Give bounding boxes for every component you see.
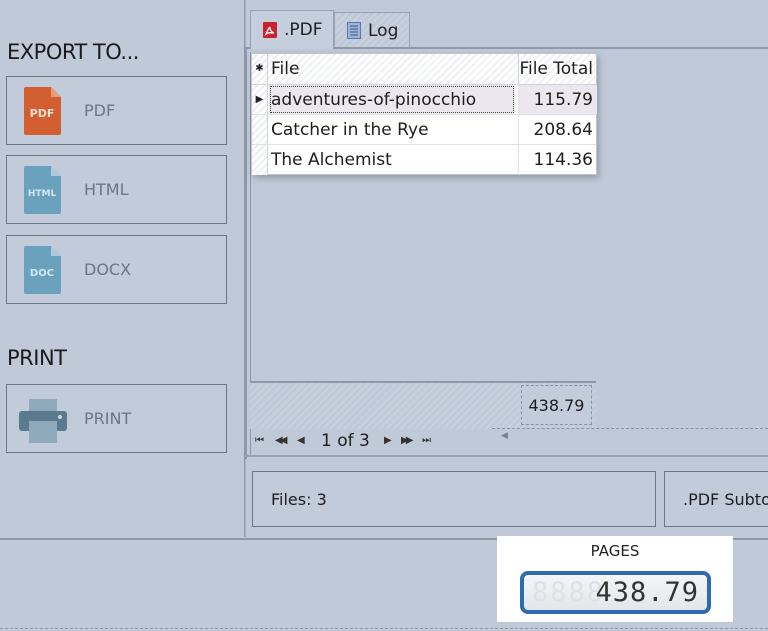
print-label: PRINT [84,409,132,428]
pdf-file-icon: PDF [24,86,61,135]
tab-log-label: Log [368,20,399,41]
log-document-icon [347,22,361,39]
files-count-box: Files: 3 [252,471,656,527]
html-file-icon: HTML [24,165,61,214]
grid-header-row: ✱ File File Total [252,54,596,85]
pdf-subtotal-box: .PDF Subtotal [664,471,768,527]
previous-page-icon[interactable]: ◀ [297,430,305,452]
page-indicator: 1 of 3 [321,431,370,451]
file-total-cell[interactable]: 114.36 [518,145,597,175]
pages-widget: PAGES 8888 438.79 [497,536,733,622]
export-docx-button[interactable]: DOC DOCX [6,235,227,304]
svg-text:HTML: HTML [28,189,57,199]
horizontal-scrollbar-track[interactable] [492,428,768,429]
printer-icon [19,399,67,443]
next-page-group-icon[interactable]: ▶▶ [401,430,414,452]
last-page-icon[interactable]: ⏭ [422,430,431,452]
export-html-button[interactable]: HTML HTML [6,155,227,224]
table-row[interactable]: ▶ adventures-of-pinocchio 115.79 [252,85,597,115]
file-cell[interactable]: The Alchemist [271,145,517,175]
export-pdf-label: PDF [84,101,116,120]
svg-text:DOC: DOC [30,268,54,279]
pages-digital-display: 8888 438.79 [520,571,711,614]
export-html-label: HTML [84,180,129,199]
tab-log[interactable]: Log [334,12,410,48]
tab-pdf[interactable]: .PDF [250,10,334,49]
table-row[interactable]: Catcher in the Rye 208.64 [252,115,596,145]
row-pointer-icon: ▶ [252,85,268,114]
pdf-icon [263,22,277,38]
new-row-indicator-icon: ✱ [252,54,268,84]
print-button[interactable]: PRINT [6,384,227,453]
first-page-icon[interactable]: ⏮ [255,430,264,452]
pages-value: 438.79 [595,577,699,608]
scroll-left-icon[interactable]: ◀ [501,431,508,441]
export-docx-label: DOCX [84,260,132,279]
table-row[interactable]: The Alchemist 114.36 [252,145,596,175]
files-grid[interactable]: ✱ File File Total ▶ adventures-of-pinocc… [251,53,597,175]
row-indicator [252,145,268,175]
column-header-file-total[interactable]: File Total [518,54,597,84]
pane-bottom-border [245,455,768,457]
file-total-cell[interactable]: 208.64 [518,115,597,144]
bottom-dashed-line [0,628,768,629]
previous-page-group-icon[interactable]: ◀◀ [275,430,288,452]
file-cell[interactable]: Catcher in the Rye [271,115,517,144]
print-section-title: PRINT [7,346,67,370]
export-pdf-button[interactable]: PDF PDF [6,76,227,145]
doc-file-icon: DOC [24,245,61,294]
tab-pdf-label: .PDF [284,20,323,40]
column-header-file[interactable]: File [271,54,517,84]
file-total-cell[interactable]: 115.79 [518,85,597,114]
svg-text:PDF: PDF [30,107,55,120]
grid-summary-total: 438.79 [521,385,592,425]
pages-label: PAGES [590,542,640,560]
file-cell[interactable]: adventures-of-pinocchio [269,85,515,114]
row-indicator [252,115,268,144]
pages-ghost-digits: 8888 [532,577,606,608]
next-page-icon[interactable]: ▶ [384,430,392,452]
export-section-title: EXPORT TO... [7,40,139,64]
